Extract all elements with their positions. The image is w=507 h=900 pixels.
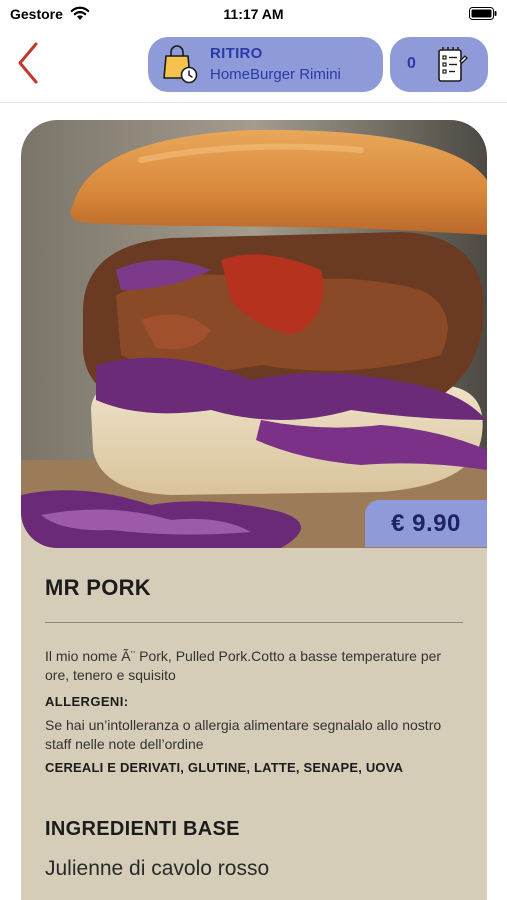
pickup-location-button[interactable]: RITIRO HomeBurger Rimini — [148, 37, 383, 92]
product-price: € 9.90 — [391, 509, 461, 537]
chevron-left-icon — [18, 42, 38, 84]
order-list-icon — [438, 47, 468, 82]
allergens-heading: ALLERGENI: — [45, 694, 129, 709]
battery-icon — [469, 7, 497, 20]
product-name: MR PORK — [45, 575, 151, 600]
pickup-store-name: HomeBurger Rimini — [210, 66, 341, 83]
pickup-mode-label: RITIRO — [210, 45, 263, 62]
product-image — [21, 120, 487, 548]
app-header: RITIRO HomeBurger Rimini 0 — [0, 28, 507, 103]
shopping-bag-clock-icon — [163, 45, 198, 84]
allergens-list: CEREALI E DERIVATI, GLUTINE, LATTE, SENA… — [45, 760, 404, 775]
product-card: € 9.90 MR PORK Il mio nome Ã¨ Pork, Pull… — [21, 120, 487, 900]
price-badge: € 9.90 — [365, 500, 487, 547]
ingredients-heading: INGREDIENTI BASE — [45, 818, 240, 840]
section-divider — [45, 622, 463, 623]
product-description: Il mio nome Ã¨ Pork, Pulled Pork.Cotto a… — [45, 648, 442, 683]
ingredient-item: Julienne di cavolo rosso — [45, 857, 270, 880]
allergens-note: Se hai un’intolleranza o allergia alimen… — [45, 717, 442, 752]
cart-button[interactable]: 0 — [390, 37, 488, 92]
cart-count: 0 — [407, 55, 416, 72]
back-button[interactable] — [12, 40, 46, 86]
status-time: 11:17 AM — [223, 6, 284, 22]
status-bar: Gestore 11:17 AM — [0, 0, 507, 28]
